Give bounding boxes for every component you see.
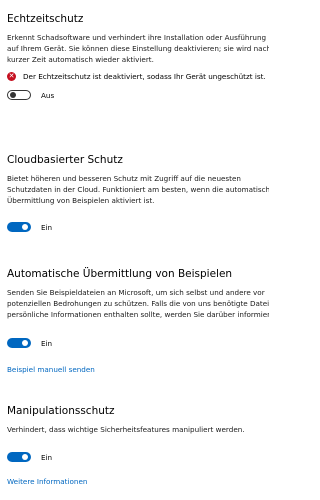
description-line: Übermittlung von Beispielen aktiviert is… bbox=[7, 196, 155, 205]
toggle-state-label: Ein bbox=[41, 338, 53, 348]
section-real-time-protection: Echtzeitschutz Erkennt Schadsoftware und… bbox=[7, 12, 269, 100]
sample-submission-toggle[interactable] bbox=[7, 338, 31, 348]
real-time-protection-toggle[interactable] bbox=[7, 90, 31, 100]
warning-text: Der Echtzeitschutz ist deaktiviert, soda… bbox=[23, 72, 266, 81]
section-description: Senden Sie Beispieldateien an Microsoft,… bbox=[7, 287, 269, 320]
toggle-row: Ein bbox=[7, 452, 269, 462]
section-tamper-protection: Manipulationsschutz Verhindert, dass wic… bbox=[7, 404, 269, 462]
toggle-knob bbox=[22, 340, 28, 346]
section-title: Manipulationsschutz bbox=[7, 405, 115, 417]
submit-sample-manually-link[interactable]: Beispiel manuell senden bbox=[7, 365, 95, 374]
section-cloud-protection: Cloudbasierter Schutz Bietet höheren und… bbox=[7, 153, 269, 232]
description-line: Schutzdaten in der Cloud. Funktioniert a… bbox=[7, 185, 269, 194]
toggle-state-label: Ein bbox=[41, 222, 53, 232]
section-description: Verhindert, dass wichtige Sicherheitsfea… bbox=[7, 424, 269, 435]
description-line: Senden Sie Beispieldateien an Microsoft,… bbox=[7, 288, 265, 297]
toggle-knob bbox=[10, 91, 16, 98]
warning-message: ✕ Der Echtzeitschutz ist deaktiviert, so… bbox=[7, 72, 269, 81]
description-line: auf Ihrem Gerät. Sie können diese Einste… bbox=[7, 44, 269, 53]
description-line: Erkennt Schadsoftware und verhindert ihr… bbox=[7, 33, 267, 42]
description-line: potenziellen Bedrohungen zu schützen. Fa… bbox=[7, 299, 269, 308]
description-line: Verhindert, dass wichtige Sicherheitsfea… bbox=[7, 425, 245, 434]
toggle-knob bbox=[22, 454, 28, 460]
toggle-state-label: Aus bbox=[41, 90, 55, 100]
error-circle-icon: ✕ bbox=[7, 72, 16, 81]
toggle-row: Aus bbox=[7, 90, 269, 100]
section-title: Cloudbasierter Schutz bbox=[7, 154, 123, 166]
section-description: Erkennt Schadsoftware und verhindert ihr… bbox=[7, 32, 269, 65]
cloud-protection-toggle[interactable] bbox=[7, 222, 31, 232]
toggle-row: Ein bbox=[7, 338, 269, 348]
tamper-protection-toggle[interactable] bbox=[7, 452, 31, 462]
description-line: Bietet höheren und besseren Schutz mit Z… bbox=[7, 174, 241, 183]
section-description: Bietet höheren und besseren Schutz mit Z… bbox=[7, 173, 269, 206]
description-line: kurzer Zeit automatisch wieder aktiviert… bbox=[7, 55, 154, 64]
toggle-knob bbox=[22, 224, 28, 230]
section-title: Echtzeitschutz bbox=[7, 13, 84, 25]
section-title: Automatische Übermittlung von Beispielen bbox=[7, 268, 233, 280]
toggle-row: Ein bbox=[7, 222, 269, 232]
toggle-state-label: Ein bbox=[41, 452, 53, 462]
learn-more-link[interactable]: Weitere Informationen bbox=[7, 477, 87, 486]
description-line: persönliche Informationen enthalten soll… bbox=[7, 310, 269, 319]
section-automatic-sample-submission: Automatische Übermittlung von Beispielen… bbox=[7, 267, 269, 348]
